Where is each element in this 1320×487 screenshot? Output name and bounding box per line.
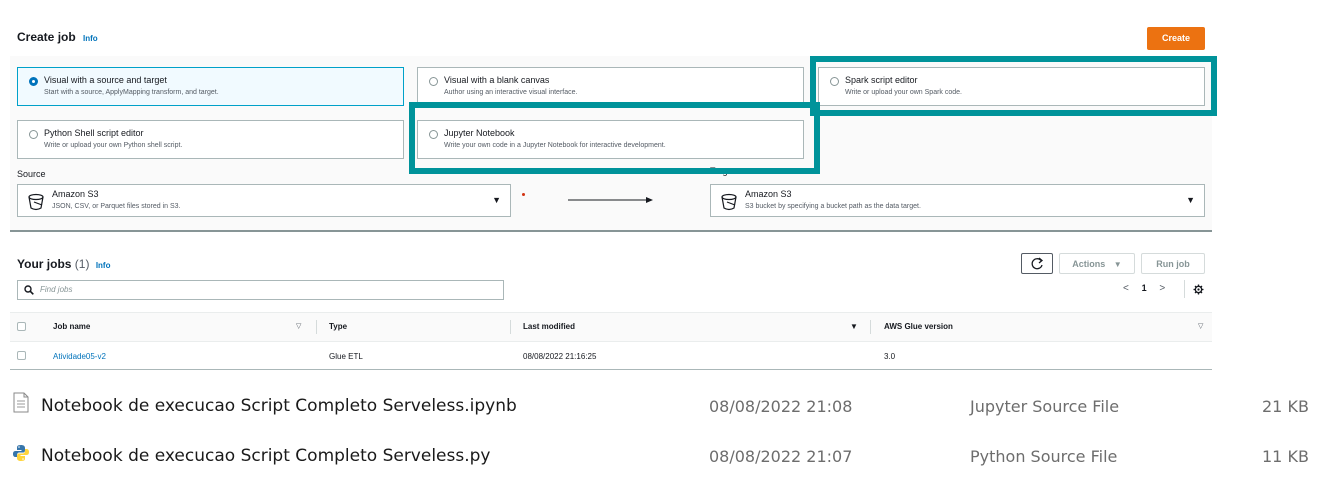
file-size: 11 KB	[1262, 447, 1309, 466]
row-checkbox[interactable]	[17, 351, 26, 360]
option-description: Write or upload your own Python shell sc…	[44, 142, 183, 149]
source-title: Amazon S3	[52, 189, 99, 199]
caret-down-icon: ▼	[492, 195, 501, 205]
create-job-title: Create job Info	[17, 30, 98, 44]
column-job-name[interactable]: Job name	[53, 322, 90, 331]
caret-down-icon: ▼	[1113, 260, 1122, 269]
arrow-right-icon	[568, 197, 653, 203]
jobs-count: (1)	[74, 257, 90, 271]
s3-bucket-icon	[721, 193, 737, 211]
column-last-modified[interactable]: Last modified	[523, 322, 575, 331]
highlight-frame-jupyter	[409, 102, 820, 174]
target-select[interactable]: Amazon S3 S3 bucket by specifying a buck…	[710, 184, 1205, 217]
table-row[interactable]	[10, 343, 1212, 370]
option-title: Visual with a source and target	[44, 75, 167, 85]
create-button[interactable]: Create	[1147, 27, 1205, 50]
source-description: JSON, CSV, or Parquet files stored in S3…	[52, 203, 181, 210]
sort-icon[interactable]: ▽	[1198, 322, 1203, 330]
next-page-icon[interactable]: >	[1159, 283, 1165, 294]
column-divider	[316, 320, 317, 334]
python-file-icon	[13, 445, 29, 461]
job-last-modified: 08/08/2022 21:16:25	[523, 352, 597, 361]
refresh-icon	[1031, 257, 1044, 270]
file-name: Notebook de execucao Script Completo Ser…	[41, 396, 517, 416]
target-description: S3 bucket by specifying a bucket path as…	[745, 203, 921, 210]
find-jobs-search[interactable]: Find jobs	[17, 280, 504, 300]
pager-divider	[1184, 280, 1185, 298]
option-description: Start with a source, ApplyMapping transf…	[44, 89, 219, 96]
file-date: 08/08/2022 21:07	[709, 447, 853, 466]
sort-descending-icon[interactable]: ▼	[850, 322, 858, 331]
actions-button[interactable]: Actions ▼	[1059, 253, 1135, 274]
file-date: 08/08/2022 21:08	[709, 397, 853, 416]
option-visual-source-target[interactable]: Visual with a source and target Start wi…	[17, 67, 404, 106]
search-placeholder: Find jobs	[40, 285, 73, 294]
column-glue-version[interactable]: AWS Glue version	[884, 322, 953, 331]
settings-gear-icon[interactable]	[1193, 284, 1204, 295]
your-jobs-title: Your jobs (1) Info	[17, 257, 111, 271]
job-type: Glue ETL	[329, 352, 363, 361]
required-dot	[522, 193, 525, 196]
option-visual-blank-canvas[interactable]: Visual with a blank canvas Author using …	[417, 67, 804, 106]
search-icon	[24, 285, 34, 295]
file-row-py[interactable]: Notebook de execucao Script Completo Ser…	[0, 440, 1320, 474]
column-divider	[510, 320, 511, 334]
job-name-link[interactable]: Atividade05-v2	[53, 352, 106, 361]
refresh-button[interactable]	[1021, 253, 1053, 274]
target-title: Amazon S3	[745, 189, 792, 199]
column-type[interactable]: Type	[329, 322, 347, 331]
option-title: Visual with a blank canvas	[444, 75, 550, 85]
caret-down-icon: ▼	[1186, 195, 1195, 205]
pagination: < 1 >	[1123, 283, 1165, 294]
highlight-frame-spark	[810, 56, 1217, 116]
your-jobs-info-link[interactable]: Info	[96, 261, 111, 270]
file-size: 21 KB	[1262, 397, 1309, 416]
create-job-header	[10, 22, 1212, 56]
section-divider	[10, 230, 1212, 232]
source-label: Source	[17, 169, 46, 179]
document-icon	[13, 392, 29, 413]
jobs-table-header	[10, 312, 1212, 342]
file-name: Notebook de execucao Script Completo Ser…	[41, 446, 491, 466]
option-description: Author using an interactive visual inter…	[444, 89, 578, 96]
previous-page-icon[interactable]: <	[1123, 283, 1129, 294]
create-job-info-link[interactable]: Info	[83, 34, 98, 43]
page-number[interactable]: 1	[1142, 283, 1147, 293]
option-title: Python Shell script editor	[44, 128, 144, 138]
file-type: Python Source File	[970, 447, 1118, 466]
sort-icon[interactable]: ▽	[296, 322, 301, 330]
radio-python-shell-editor[interactable]	[29, 130, 38, 139]
job-glue-version: 3.0	[884, 352, 896, 361]
column-divider	[870, 320, 871, 334]
radio-visual-blank-canvas[interactable]	[429, 77, 438, 86]
source-select[interactable]: Amazon S3 JSON, CSV, or Parquet files st…	[17, 184, 511, 217]
file-row-ipynb[interactable]: Notebook de execucao Script Completo Ser…	[0, 390, 1320, 424]
option-python-shell-editor[interactable]: Python Shell script editor Write or uplo…	[17, 120, 404, 159]
radio-visual-source-target[interactable]	[29, 77, 38, 86]
file-type: Jupyter Source File	[970, 397, 1120, 416]
s3-bucket-icon	[28, 193, 44, 211]
run-job-button[interactable]: Run job	[1141, 253, 1205, 274]
select-all-checkbox[interactable]	[17, 322, 26, 331]
